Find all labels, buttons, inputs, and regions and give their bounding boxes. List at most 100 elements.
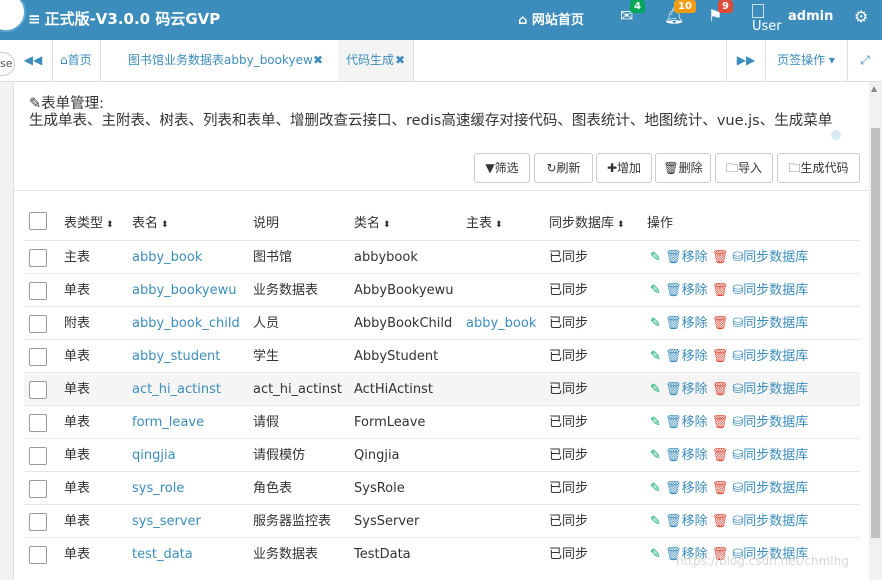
row-checkbox[interactable]: [29, 513, 47, 531]
cell-table-name-link[interactable]: form_leave: [132, 406, 204, 439]
cell-table-name-link[interactable]: abby_bookyewu: [132, 274, 236, 307]
row-checkbox[interactable]: [29, 414, 47, 432]
row-checkbox[interactable]: [29, 315, 47, 333]
remove-link[interactable]: 移除: [682, 316, 708, 331]
scroll-up-arrow-icon[interactable]: ▲: [871, 84, 877, 93]
tabs-scroll-right-button[interactable]: ▶▶: [726, 40, 766, 81]
delete-button[interactable]: 🗑︎删除: [655, 153, 711, 183]
app-title[interactable]: ≡ 正式版-V3.0.0 码云GVP: [28, 8, 220, 29]
delete-trash-icon[interactable]: 🗑︎: [712, 448, 729, 463]
delete-trash-icon[interactable]: 🗑︎: [712, 514, 729, 529]
edit-pencil-icon[interactable]: ✎: [650, 283, 661, 298]
delete-trash-icon[interactable]: 🗑︎: [712, 349, 729, 364]
add-button[interactable]: ✚增加: [596, 153, 652, 183]
user-name[interactable]: admin: [788, 9, 833, 24]
sync-database-link[interactable]: 同步数据库: [743, 481, 808, 496]
edit-pencil-icon[interactable]: ✎: [650, 514, 661, 529]
filter-button[interactable]: ▼筛选: [474, 153, 530, 183]
col-type[interactable]: 表类型 ⬍: [64, 207, 114, 240]
edit-pencil-icon[interactable]: ✎: [650, 382, 661, 397]
cell-table-name-link[interactable]: sys_role: [132, 472, 184, 505]
notifications-button[interactable]: 🔔︎ 10: [664, 0, 696, 25]
row-checkbox[interactable]: [29, 447, 47, 465]
table-row[interactable]: 单表 form_leave 请假 FormLeave 已同步 ✎ 🗑︎移除 🗑︎ ⛁同步数…: [24, 405, 860, 439]
row-checkbox[interactable]: [29, 480, 47, 498]
messages-button[interactable]: ✉ 4: [620, 0, 645, 25]
table-row[interactable]: 附表 abby_book_child 人员 AbbyBookChild abby_boo…: [24, 306, 860, 340]
sync-database-link[interactable]: 同步数据库: [743, 514, 808, 529]
col-parent[interactable]: 主表 ⬍: [466, 207, 503, 240]
table-row[interactable]: 单表 abby_bookyewu 业务数据表 AbbyBookyewu 已同步 ✎ 🗑︎移…: [24, 273, 860, 307]
row-checkbox[interactable]: [29, 348, 47, 366]
table-row[interactable]: 单表 sys_role 角色表 SysRole 已同步 ✎ 🗑︎移除 🗑︎ ⛁同步数据库: [24, 471, 860, 505]
table-row[interactable]: 单表 qingjia 请假模仿 Qingjia 已同步 ✎ 🗑︎移除 🗑︎ ⛁同步数据库: [24, 438, 860, 472]
remove-link[interactable]: 移除: [682, 514, 708, 529]
col-name[interactable]: 表名 ⬍: [132, 207, 169, 240]
menu-toggle-icon[interactable]: ≡: [28, 10, 41, 28]
cell-parent-table-link[interactable]: abby_book: [466, 307, 536, 340]
tasks-button[interactable]: ⚑ 9: [708, 0, 733, 25]
cell-table-name-link[interactable]: abby_student: [132, 340, 220, 373]
sync-database-link[interactable]: 同步数据库: [743, 448, 808, 463]
delete-trash-icon[interactable]: 🗑︎: [712, 382, 729, 397]
page-ops-dropdown[interactable]: 页签操作 ▾: [765, 40, 848, 81]
sync-database-link[interactable]: 同步数据库: [743, 382, 808, 397]
edit-pencil-icon[interactable]: ✎: [650, 415, 661, 430]
edit-pencil-icon[interactable]: ✎: [650, 481, 661, 496]
edit-pencil-icon[interactable]: ✎: [650, 547, 661, 562]
logo[interactable]: [0, 0, 26, 32]
tabs-scroll-left-button[interactable]: ◀◀: [14, 40, 53, 81]
remove-link[interactable]: 移除: [682, 415, 708, 430]
row-checkbox[interactable]: [29, 546, 47, 564]
refresh-button[interactable]: ↻刷新: [534, 153, 593, 183]
col-sync[interactable]: 同步数据库 ⬍: [549, 207, 625, 240]
tab-code-generator[interactable]: 代码生成✖: [338, 40, 415, 81]
row-checkbox[interactable]: [29, 282, 47, 300]
remove-link[interactable]: 移除: [682, 250, 708, 265]
cell-table-name-link[interactable]: sys_server: [132, 505, 201, 538]
table-row[interactable]: 单表 sys_server 服务器监控表 SysServer 已同步 ✎ 🗑︎移除 🗑︎ …: [24, 504, 860, 538]
cell-table-name-link[interactable]: qingjia: [132, 439, 176, 472]
delete-trash-icon[interactable]: 🗑︎: [712, 250, 729, 265]
tab-bookyewu[interactable]: 图书馆业务数据表abby_bookyewu✖: [120, 40, 339, 81]
sync-database-link[interactable]: 同步数据库: [743, 415, 808, 430]
sync-database-link[interactable]: 同步数据库: [743, 349, 808, 364]
close-icon[interactable]: ✖: [313, 53, 323, 67]
fullscreen-button[interactable]: ⤢: [848, 40, 882, 81]
sync-database-link[interactable]: 同步数据库: [743, 250, 808, 265]
delete-trash-icon[interactable]: 🗑︎: [712, 481, 729, 496]
select-all-checkbox[interactable]: [29, 212, 47, 230]
user-avatar[interactable]: User: [752, 4, 782, 34]
delete-trash-icon[interactable]: 🗑︎: [712, 283, 729, 298]
cell-table-name-link[interactable]: test_data: [132, 538, 193, 571]
generate-code-button[interactable]: 🗀生成代码: [777, 153, 860, 183]
col-class[interactable]: 类名 ⬍: [354, 207, 391, 240]
cell-table-name-link[interactable]: abby_book_child: [132, 307, 240, 340]
remove-link[interactable]: 移除: [682, 382, 708, 397]
edit-pencil-icon[interactable]: ✎: [650, 316, 661, 331]
delete-trash-icon[interactable]: 🗑︎: [712, 316, 729, 331]
table-row[interactable]: 单表 abby_student 学生 AbbyStudent 已同步 ✎ 🗑︎移除 🗑︎ …: [24, 339, 860, 373]
remove-link[interactable]: 移除: [682, 448, 708, 463]
remove-link[interactable]: 移除: [682, 481, 708, 496]
edit-pencil-icon[interactable]: ✎: [650, 448, 661, 463]
sync-database-link[interactable]: 同步数据库: [743, 316, 808, 331]
row-checkbox[interactable]: [29, 249, 47, 267]
nav-home-link[interactable]: ⌂ 网站首页: [518, 9, 584, 28]
tab-home[interactable]: ⌂首页: [52, 40, 101, 81]
cell-table-name-link[interactable]: abby_book: [132, 241, 202, 274]
settings-gear-icon[interactable]: ⚙: [854, 7, 868, 26]
row-checkbox[interactable]: [29, 381, 47, 399]
scroll-thumb[interactable]: [871, 128, 880, 538]
remove-link[interactable]: 移除: [682, 283, 708, 298]
remove-link[interactable]: 移除: [682, 349, 708, 364]
cell-table-name-link[interactable]: act_hi_actinst: [132, 373, 221, 406]
edit-pencil-icon[interactable]: ✎: [650, 250, 661, 265]
page-scrollbar[interactable]: ▲: [869, 82, 882, 580]
sync-database-link[interactable]: 同步数据库: [743, 283, 808, 298]
delete-trash-icon[interactable]: 🗑︎: [712, 415, 729, 430]
close-icon[interactable]: ✖: [395, 53, 405, 67]
table-row[interactable]: 单表 act_hi_actinst act_hi_actinst ActHiActin…: [24, 372, 860, 406]
import-button[interactable]: 🗀导入: [715, 153, 773, 183]
table-row[interactable]: 主表 abby_book 图书馆 abbybook 已同步 ✎ 🗑︎移除 🗑︎ ⛁同步数据…: [24, 240, 860, 274]
